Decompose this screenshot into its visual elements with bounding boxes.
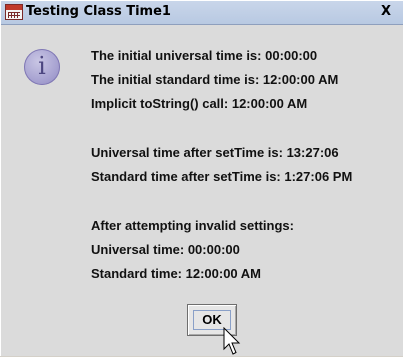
java-app-icon bbox=[5, 4, 23, 20]
message-dialog: Testing Class Time1 X i The initial univ… bbox=[0, 0, 403, 356]
window-title: Testing Class Time1 bbox=[26, 4, 171, 19]
title-bar[interactable]: Testing Class Time1 X bbox=[1, 1, 403, 25]
message-line: The initial universal time is: 00:00:00 bbox=[91, 48, 318, 63]
message-line: Implicit toString() call: 12:00:00 AM bbox=[91, 96, 308, 111]
message-line: Universal time after setTime is: 13:27:0… bbox=[91, 145, 339, 160]
message-line: The initial standard time is: 12:00:00 A… bbox=[91, 72, 339, 87]
message-line: After attempting invalid settings: bbox=[91, 218, 294, 233]
message-line: Universal time: 00:00:00 bbox=[91, 242, 240, 257]
message-line: Standard time after setTime is: 1:27:06 … bbox=[91, 169, 353, 184]
ok-button-label: OK bbox=[202, 312, 222, 327]
information-icon: i bbox=[24, 49, 60, 85]
info-glyph: i bbox=[38, 52, 46, 80]
message-line: Standard time: 12:00:00 AM bbox=[91, 266, 262, 281]
mouse-pointer-icon bbox=[223, 327, 241, 355]
close-icon[interactable]: X bbox=[377, 4, 395, 20]
